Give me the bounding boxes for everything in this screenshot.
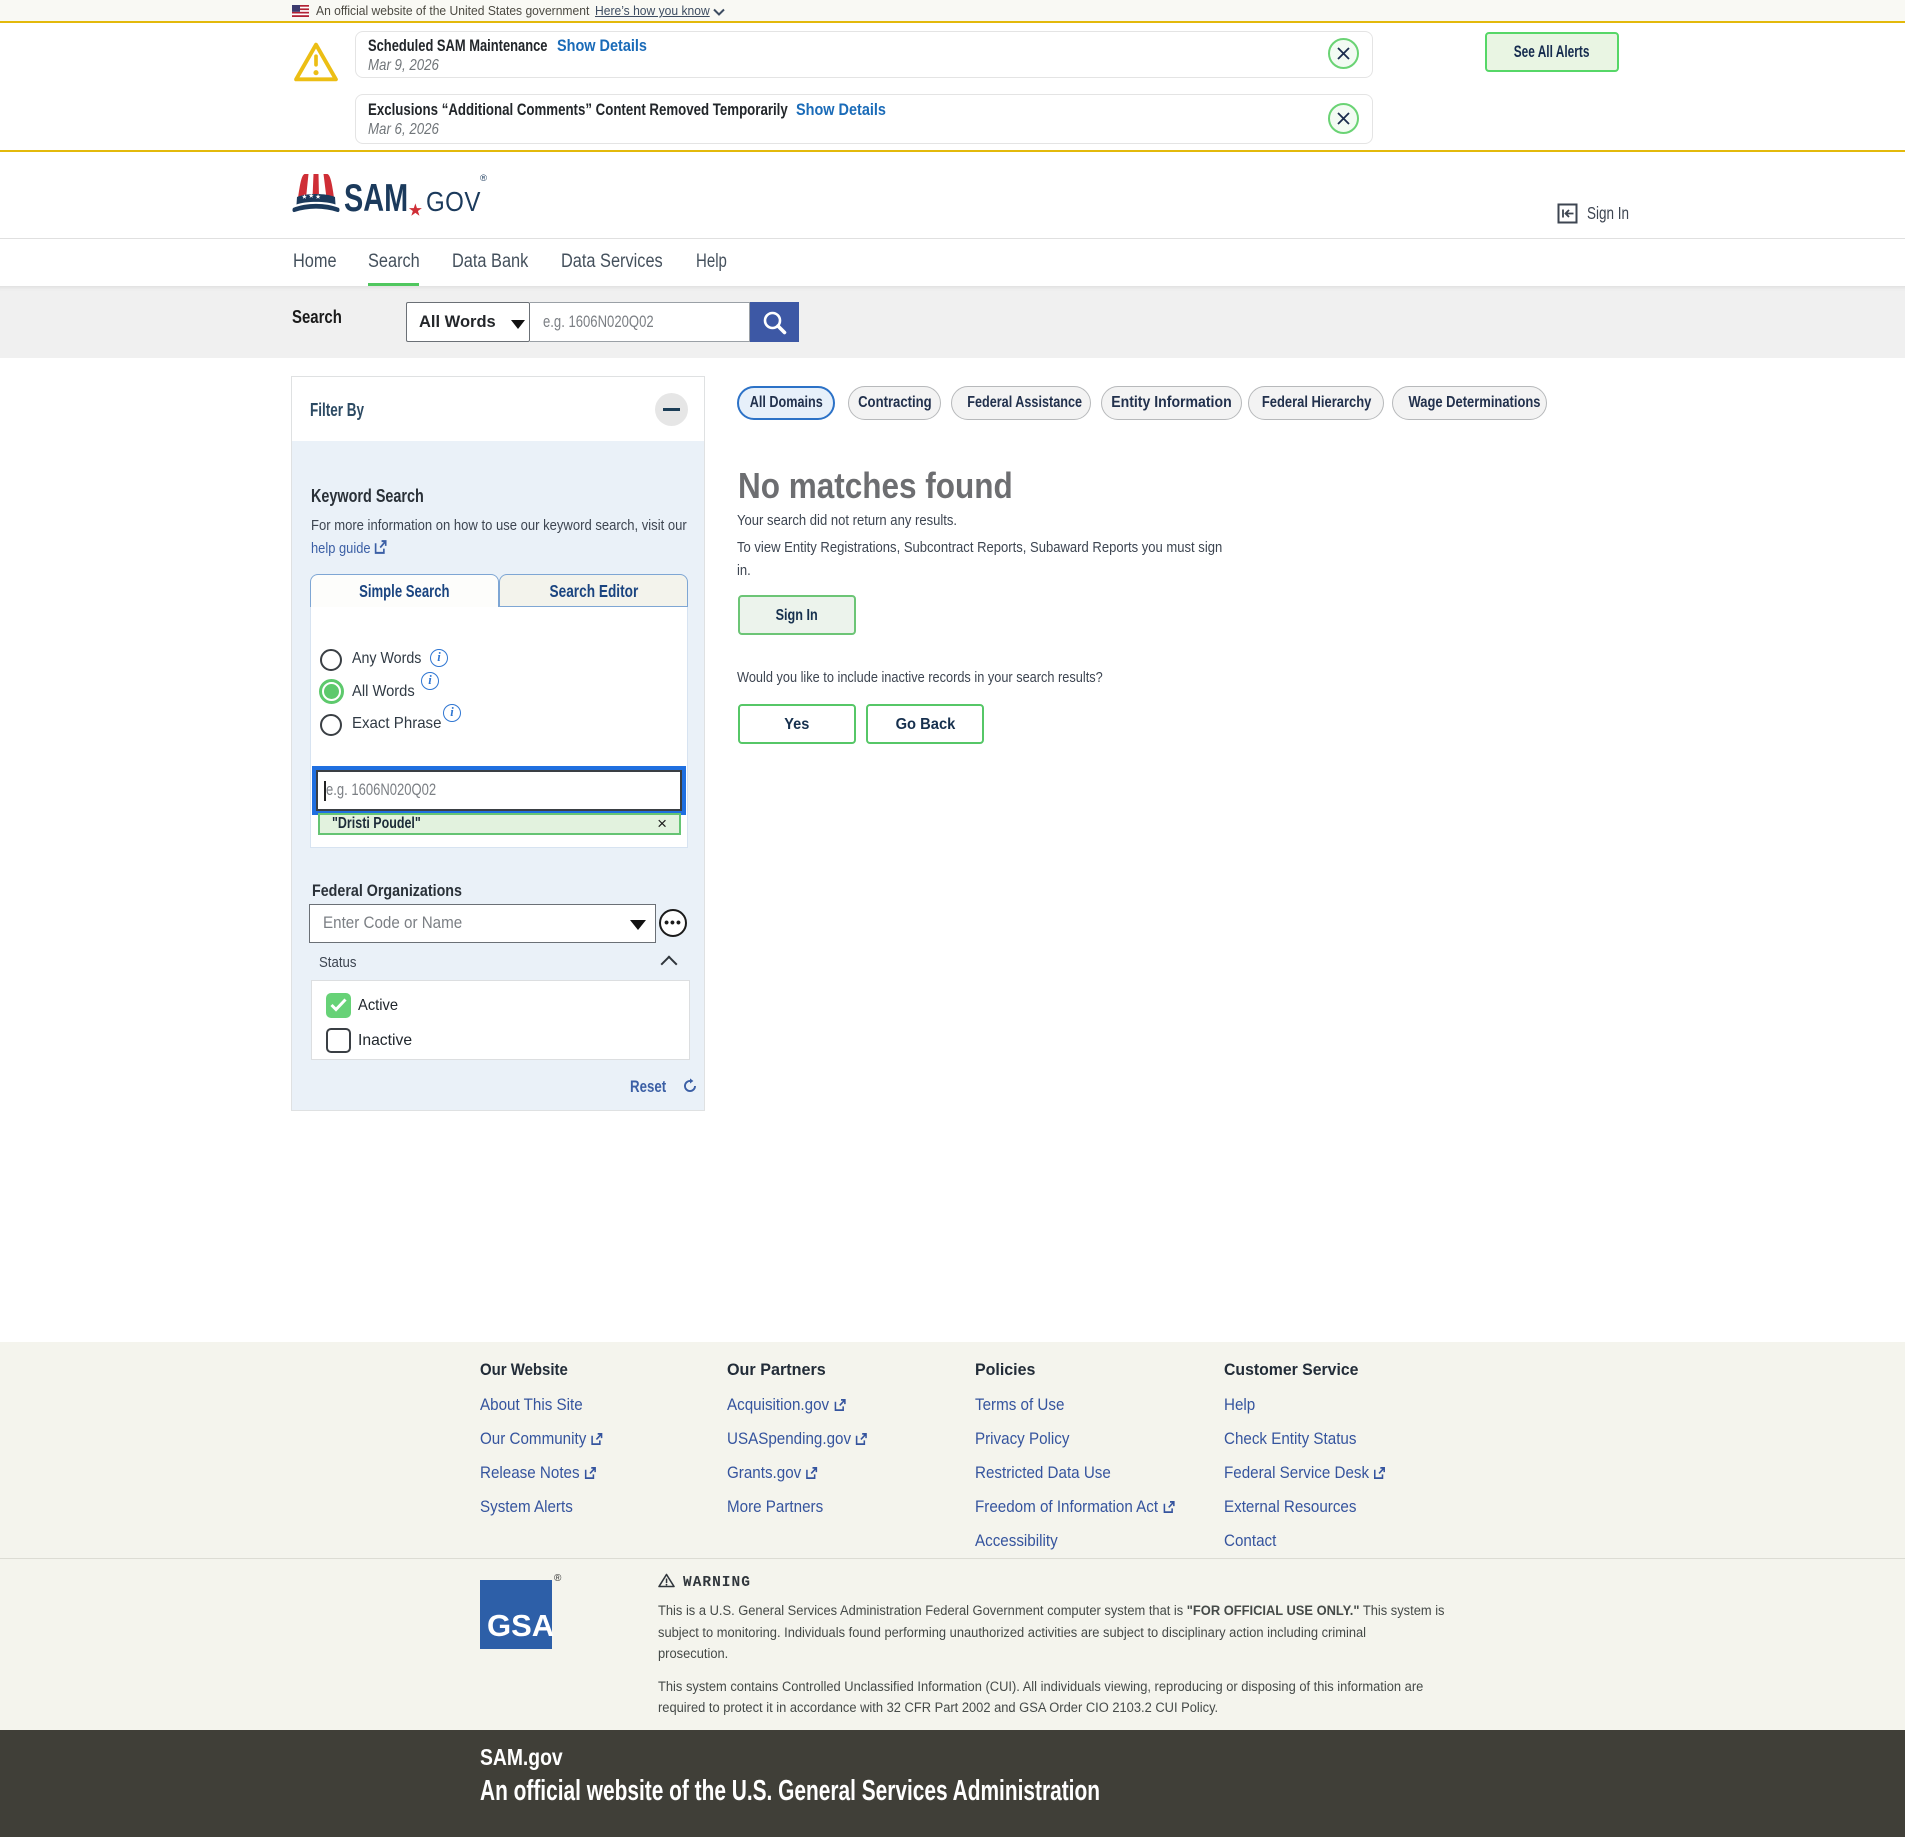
svg-text:GOV: GOV <box>426 185 481 217</box>
svg-text:SAM: SAM <box>344 177 408 220</box>
svg-text:®: ® <box>480 173 487 184</box>
